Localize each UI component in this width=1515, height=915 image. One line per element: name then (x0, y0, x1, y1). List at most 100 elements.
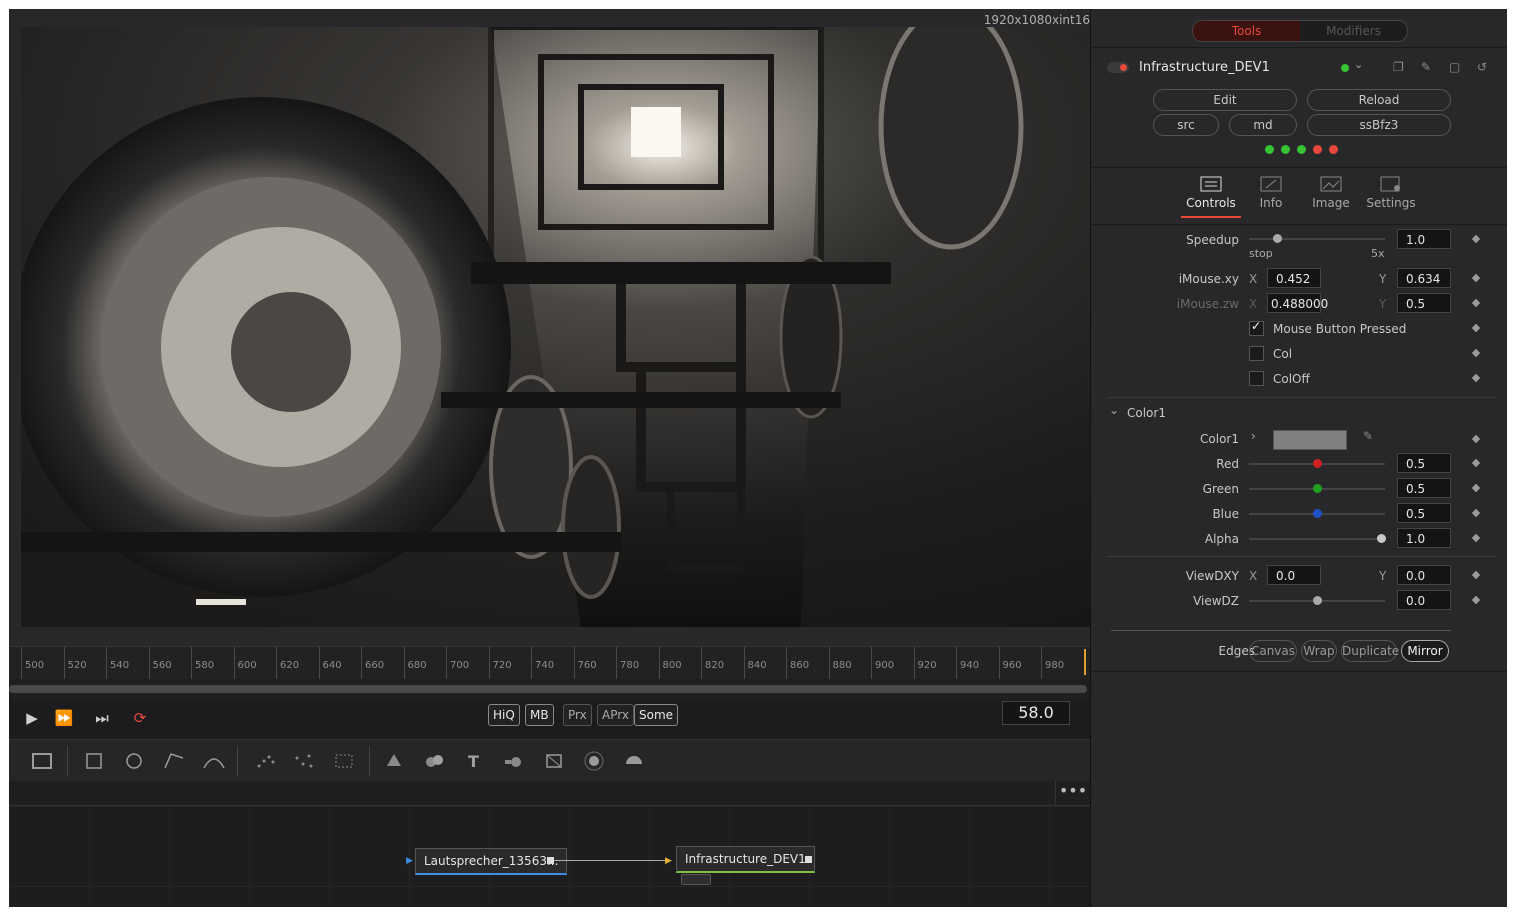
lock-icon[interactable]: ▢ (1449, 60, 1460, 74)
edges-canvas-option[interactable]: Canvas (1249, 640, 1297, 662)
node-infrastructure[interactable]: Infrastructure_DEV1 (676, 846, 815, 873)
camera3d-icon[interactable] (501, 748, 527, 774)
ellipse-icon[interactable] (121, 748, 147, 774)
green-input[interactable]: 0.5 (1397, 478, 1451, 498)
versions-icon[interactable]: ❐ (1393, 60, 1404, 74)
tab-controls[interactable]: Controls (1181, 176, 1241, 218)
red-slider[interactable] (1249, 459, 1385, 468)
imouse-w-input[interactable]: 0.5 (1397, 293, 1451, 313)
skip-end-icon[interactable]: ⏭ (91, 707, 113, 729)
speedup-slider[interactable] (1249, 234, 1385, 243)
time-ruler[interactable]: 500 520 540 560 580 600 620 640 660 680 700 720 740 7… (9, 646, 1090, 679)
renderer3d-icon[interactable] (541, 748, 567, 774)
background-icon[interactable] (29, 748, 55, 774)
node-output-port[interactable] (805, 856, 812, 863)
particle-grid-icon[interactable] (331, 748, 357, 774)
some-toggle[interactable]: Some (634, 704, 679, 726)
viewer[interactable]: 1920x1080xint16 (9, 9, 1090, 649)
render-image[interactable] (21, 27, 1090, 627)
particle-render-icon[interactable] (291, 748, 317, 774)
shape3d-icon[interactable] (381, 748, 407, 774)
green-knob[interactable] (1313, 484, 1322, 493)
edges-mirror-option[interactable]: Mirror (1401, 640, 1449, 662)
keyframe-icon[interactable] (1471, 483, 1481, 493)
spotlight-icon[interactable] (621, 748, 647, 774)
col-checkbox[interactable] (1249, 346, 1264, 361)
imouse-x-input[interactable]: 0.452 (1267, 268, 1321, 288)
reset-icon[interactable]: ↺ (1477, 60, 1487, 74)
loop-icon[interactable]: ⟳ (129, 707, 151, 729)
keyframe-icon[interactable] (1471, 533, 1481, 543)
viewdz-knob[interactable] (1313, 596, 1322, 605)
green-slider[interactable] (1249, 484, 1385, 493)
color-group-header[interactable]: Color1 (1127, 406, 1166, 420)
color-swatch[interactable] (1273, 430, 1347, 450)
chevron-right-icon[interactable]: › (1251, 429, 1256, 443)
node-output-port[interactable] (547, 857, 554, 864)
edges-duplicate-option[interactable]: Duplicate (1341, 640, 1399, 662)
imouse-y-input[interactable]: 0.634 (1397, 268, 1451, 288)
rectangle-icon[interactable] (81, 748, 107, 774)
viewdz-slider[interactable] (1249, 596, 1385, 605)
chevron-down-icon[interactable]: ⌄ (1354, 58, 1363, 71)
prx-toggle[interactable]: Prx (563, 704, 592, 726)
keyframe-icon[interactable] (1471, 434, 1481, 444)
keyframe-icon[interactable] (1471, 298, 1481, 308)
blue-knob[interactable] (1313, 509, 1322, 518)
speedup-knob[interactable] (1273, 234, 1282, 243)
alpha-knob[interactable] (1376, 534, 1386, 543)
tab-tools[interactable]: Tools (1193, 21, 1300, 41)
alpha-slider[interactable] (1249, 534, 1386, 543)
viewdz-input[interactable]: 0.0 (1397, 590, 1451, 610)
red-input[interactable]: 0.5 (1397, 453, 1451, 473)
shader-id-button[interactable]: ssBfz3 (1307, 114, 1451, 136)
keyframe-icon[interactable] (1471, 348, 1481, 358)
node-editor[interactable]: ▶ Lautsprecher_13563... ▶ Infrastructure… (9, 806, 1090, 907)
text3d-icon[interactable]: T (461, 748, 487, 774)
reload-button[interactable]: Reload (1307, 89, 1451, 111)
alpha-input[interactable]: 1.0 (1397, 528, 1451, 548)
tool-enable-toggle[interactable] (1107, 62, 1129, 73)
imouse-z-input[interactable]: 0.488000 (1267, 293, 1328, 313)
blue-input[interactable]: 0.5 (1397, 503, 1451, 523)
timeline-scrollbar[interactable] (9, 685, 1087, 693)
edit-button[interactable]: Edit (1153, 89, 1297, 111)
node-lautsprecher[interactable]: Lautsprecher_13563... (415, 848, 568, 875)
eyedropper-icon[interactable]: ✎ (1363, 429, 1373, 443)
tab-settings[interactable]: Settings (1361, 176, 1421, 210)
fast-forward-icon[interactable]: ⏩ (53, 707, 75, 729)
md-button[interactable]: md (1229, 114, 1297, 136)
tool-color-dot[interactable] (1341, 64, 1349, 72)
aprx-toggle[interactable]: APrx (597, 704, 634, 726)
keyframe-icon[interactable] (1471, 458, 1481, 468)
particle-emitter-icon[interactable] (253, 748, 279, 774)
tab-image[interactable]: Image (1301, 176, 1361, 210)
keyframe-icon[interactable] (1471, 273, 1481, 283)
playhead[interactable] (1084, 649, 1086, 675)
keyframe-icon[interactable] (1471, 373, 1481, 383)
hiq-toggle[interactable]: HiQ (488, 704, 520, 726)
mb-toggle[interactable]: MB (525, 704, 554, 726)
coloff-checkbox[interactable] (1249, 371, 1264, 386)
keyframe-icon[interactable] (1471, 570, 1481, 580)
polygon-icon[interactable] (161, 748, 187, 774)
tab-modifiers[interactable]: Modifiers (1300, 21, 1407, 41)
viewdx-input[interactable]: 0.0 (1267, 565, 1321, 585)
keyframe-icon[interactable] (1471, 508, 1481, 518)
edges-wrap-option[interactable]: Wrap (1301, 640, 1337, 662)
mouse-pressed-checkbox[interactable]: ✓ (1249, 319, 1264, 336)
current-frame[interactable]: 58.0 (1002, 701, 1070, 725)
bspline-icon[interactable] (201, 748, 227, 774)
keyframe-icon[interactable] (1471, 323, 1481, 333)
pin-icon[interactable]: ✎ (1421, 60, 1431, 74)
merge3d-icon[interactable] (421, 748, 447, 774)
blue-slider[interactable] (1249, 509, 1385, 518)
red-knob[interactable] (1313, 459, 1322, 468)
play-icon[interactable]: ▶ (21, 707, 43, 729)
node-preview-toggle[interactable] (681, 874, 711, 885)
speedup-input[interactable]: 1.0 (1397, 229, 1451, 249)
viewdy-input[interactable]: 0.0 (1397, 565, 1451, 585)
tab-info[interactable]: Info (1241, 176, 1301, 210)
chevron-down-icon[interactable]: ⌄ (1109, 403, 1119, 417)
keyframe-icon[interactable] (1471, 234, 1481, 244)
